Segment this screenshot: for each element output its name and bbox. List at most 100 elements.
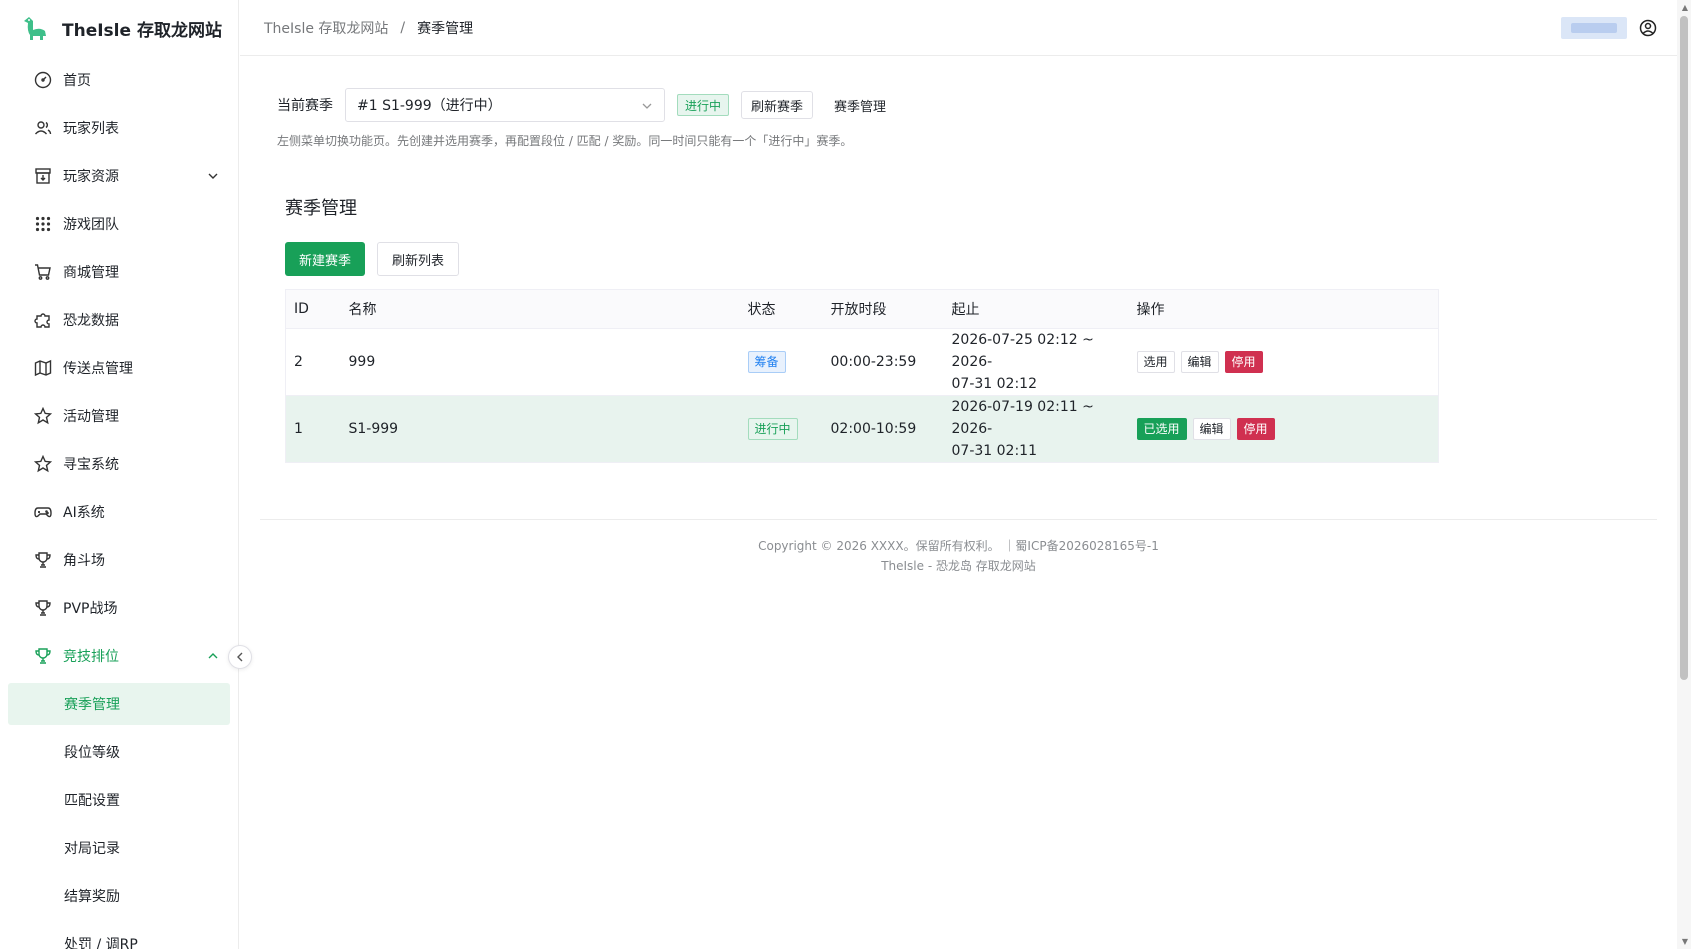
grid-icon [33,214,53,234]
refresh-list-button[interactable]: 刷新列表 [377,242,460,276]
sidebar-item-label: 寻宝系统 [63,457,119,473]
sidebar-item-label: 玩家列表 [63,121,119,137]
footer: Copyright © 2026 XXXX。保留所有权利。 ｜蜀ICP备2026… [240,536,1677,576]
cell-id: 1 [285,395,341,463]
user-avatar-icon[interactable] [1639,19,1657,37]
column-header-hours: 开放时段 [822,289,944,329]
refresh-season-button[interactable]: 刷新赛季 [741,91,814,119]
breadcrumb-current: 赛季管理 [417,20,474,37]
cell-hours: 02:00-10:59 [822,395,944,463]
status-badge: 进行中 [747,418,798,440]
sidebar-subitem-rank-levels[interactable]: 段位等级 [0,728,238,776]
sidebar-item-ai[interactable]: AI系统 [0,488,238,536]
new-season-button[interactable]: 新建赛季 [285,242,366,276]
user-name-chip[interactable] [1561,17,1627,39]
cell-status: 进行中 [739,395,823,463]
edit-button[interactable]: 编辑 [1180,351,1219,373]
current-season-label: 当前赛季 [277,98,333,114]
brand-title: TheIsle 存取龙网站 [62,20,222,41]
gamepad-icon [33,502,53,522]
sidebar-item-label: PVP战场 [63,601,118,617]
map-icon [33,358,53,378]
sidebar-item-players[interactable]: 玩家列表 [0,104,238,152]
sidebar-menu: 首页 玩家列表 玩家资源 游戏团队 商城管理 恐龙数据 传送点管理 活动管理 寻… [0,56,238,949]
chevron-up-icon [208,653,218,659]
footer-divider [260,519,1657,520]
edit-button[interactable]: 编辑 [1192,418,1231,440]
breadcrumb-home[interactable]: TheIsle 存取龙网站 [264,18,388,38]
column-header-id: ID [285,289,341,329]
sidebar-item-label: 商城管理 [63,265,119,281]
range-line-2: 07-31 02:11 [951,443,1037,459]
sidebar: TheIsle 存取龙网站 首页 玩家列表 玩家资源 游戏团队 商城管理 恐龙数… [0,0,239,949]
range-line-1: 2026-07-25 02:12 ~ 2026- [951,332,1094,370]
sidebar-item-game-teams[interactable]: 游戏团队 [0,200,238,248]
select-button[interactable]: 选用 [1136,351,1175,373]
sidebar-item-label: 传送点管理 [63,361,133,377]
sidebar-item-label: 首页 [63,73,91,89]
sidebar-item-treasure[interactable]: 寻宝系统 [0,440,238,488]
disable-button[interactable]: 停用 [1224,351,1263,373]
scroll-down-arrow-icon[interactable]: ▼ [1682,937,1688,946]
sidebar-subitem-season-management[interactable]: 赛季管理 [8,683,230,725]
sidebar-item-ranked[interactable]: 竞技排位 [0,632,238,680]
column-header-name: 名称 [340,289,740,329]
disable-button[interactable]: 停用 [1236,418,1275,440]
dinosaur-logo-icon [24,17,46,40]
scroll-up-arrow-icon[interactable]: ▲ [1682,3,1688,12]
sidebar-subitem-match-records[interactable]: 对局记录 [0,824,238,872]
sidebar-item-player-resources[interactable]: 玩家资源 [0,152,238,200]
trophy-icon [33,550,53,570]
scroll-thumb[interactable] [1680,16,1688,680]
dashboard-icon [33,70,53,90]
chevron-down-icon [208,173,218,179]
users-icon [33,118,53,138]
sidebar-item-dino-data[interactable]: 恐龙数据 [0,296,238,344]
sidebar-item-pvp[interactable]: PVP战场 [0,584,238,632]
sidebar-subitem-penalty-rp[interactable]: 处罚 / 调RP [0,920,238,949]
sidebar-item-events[interactable]: 活动管理 [0,392,238,440]
cell-range: 2026-07-19 02:11 ~ 2026- 07-31 02:11 [943,395,1129,463]
table-actions: 新建赛季 刷新列表 [285,242,460,276]
cell-range: 2026-07-25 02:12 ~ 2026- 07-31 02:12 [943,328,1129,396]
cell-actions: 选用 编辑 停用 [1128,328,1439,396]
archive-icon [33,166,53,186]
page-scrollbar[interactable]: ▲ ▼ [1677,0,1691,949]
trophy-icon [33,646,53,666]
sidebar-item-shop[interactable]: 商城管理 [0,248,238,296]
cell-name: S1-999 [340,395,740,463]
breadcrumb-separator: / [400,19,406,36]
sidebar-subitem-match-settings[interactable]: 匹配设置 [0,776,238,824]
season-status-tag: 进行中 [677,94,730,116]
sidebar-item-arena[interactable]: 角斗场 [0,536,238,584]
table-row[interactable]: 2 999 筹备 00:00-23:59 2026-07-25 02:12 ~ … [285,328,1439,396]
star-icon [33,406,53,426]
sidebar-item-label: 游戏团队 [63,217,119,233]
season-bar: 当前赛季 #1 S1-999（进行中） 进行中 刷新赛季 赛季管理 [277,88,886,122]
sidebar-subitem-settlement-rewards[interactable]: 结算奖励 [0,872,238,920]
column-header-actions: 操作 [1128,289,1439,329]
sidebar-item-teleports[interactable]: 传送点管理 [0,344,238,392]
season-management-link[interactable]: 赛季管理 [834,96,886,115]
cart-icon [33,262,53,282]
table-row[interactable]: 1 S1-999 进行中 02:00-10:59 2026-07-19 02:1… [285,395,1439,463]
star-icon [33,454,53,474]
cell-hours: 00:00-23:59 [822,328,944,396]
status-badge: 筹备 [747,351,786,373]
sidebar-item-home[interactable]: 首页 [0,56,238,104]
footer-site-name: TheIsle - 恐龙岛 存取龙网站 [881,559,1036,573]
column-header-range: 起止 [943,289,1129,329]
sidebar-item-label: 恐龙数据 [63,313,119,329]
season-select[interactable]: #1 S1-999（进行中） [345,88,665,122]
brand[interactable]: TheIsle 存取龙网站 [0,0,238,56]
cell-id: 2 [285,328,341,396]
selected-button[interactable]: 已选用 [1136,418,1187,440]
trophy-icon [33,598,53,618]
sidebar-item-label: 玩家资源 [63,169,119,185]
chevron-down-icon [642,103,652,109]
puzzle-icon [33,310,53,330]
sidebar-collapse-button[interactable] [228,645,252,669]
range-line-1: 2026-07-19 02:11 ~ 2026- [951,399,1094,437]
sidebar-item-label: 竞技排位 [63,649,119,665]
season-select-value: #1 S1-999（进行中） [357,98,502,114]
